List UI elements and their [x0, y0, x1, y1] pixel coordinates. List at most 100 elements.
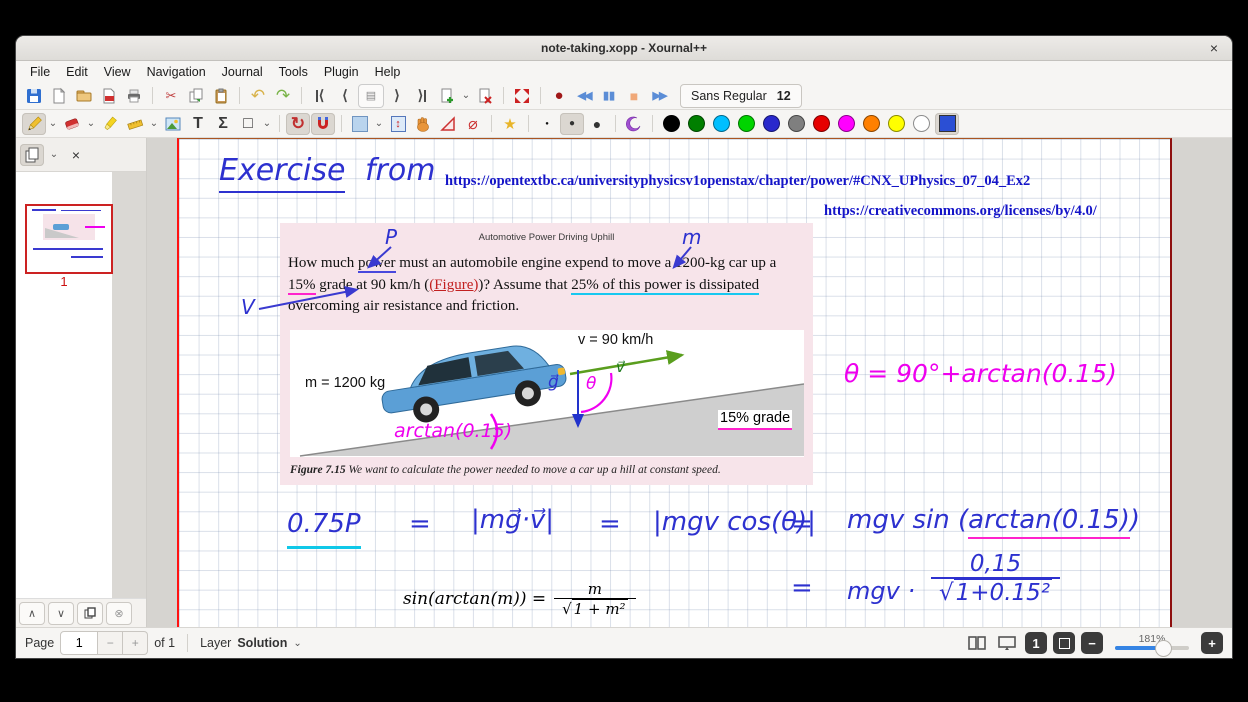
- menu-item[interactable]: View: [96, 63, 139, 81]
- new-document-icon[interactable]: [47, 85, 71, 107]
- color-swatch[interactable]: [738, 115, 755, 132]
- undo-icon[interactable]: ↶: [246, 85, 270, 107]
- color-swatch[interactable]: [863, 115, 880, 132]
- hand-tool-icon[interactable]: [411, 113, 435, 135]
- cut-icon[interactable]: ✂: [159, 85, 183, 107]
- shape-tool-icon[interactable]: □: [236, 113, 260, 135]
- eraser-tool-icon[interactable]: [60, 113, 84, 135]
- menu-item[interactable]: Tools: [271, 63, 316, 81]
- page-thumbnail[interactable]: [25, 204, 113, 274]
- fullscreen-icon[interactable]: [510, 85, 534, 107]
- first-page-icon[interactable]: ⟨: [308, 85, 332, 107]
- page-increment-button[interactable]: +: [123, 631, 148, 655]
- zoom-slider-thumb[interactable]: [1155, 640, 1172, 657]
- scroll-down-icon[interactable]: ∨: [48, 602, 74, 625]
- compass-icon[interactable]: ⌀: [461, 113, 485, 135]
- grid-snap-magnet-icon[interactable]: [311, 113, 335, 135]
- document-page[interactable]: Exercise from https://opentextbc.ca/univ…: [177, 138, 1172, 627]
- forward-icon[interactable]: ▶▶: [647, 85, 671, 107]
- export-pdf-icon[interactable]: [97, 85, 121, 107]
- print-icon[interactable]: [122, 85, 146, 107]
- link-creativecommons[interactable]: https://creativecommons.org/licenses/by/…: [824, 203, 1097, 220]
- menu-item[interactable]: Help: [367, 63, 409, 81]
- sidebar-close-icon[interactable]: ×: [64, 144, 88, 166]
- color-picker-icon[interactable]: [935, 113, 959, 135]
- color-swatch[interactable]: [688, 115, 705, 132]
- color-swatch[interactable]: [713, 115, 730, 132]
- menu-item[interactable]: Journal: [214, 63, 271, 81]
- select-rectangle-icon[interactable]: [348, 113, 372, 135]
- title-bar[interactable]: note-taking.xopp - Xournal++ ×: [16, 36, 1232, 61]
- rotation-snap-icon[interactable]: ↻: [286, 113, 310, 135]
- scroll-up-icon[interactable]: ∧: [19, 602, 45, 625]
- zoom-out-button[interactable]: −: [1081, 632, 1103, 654]
- delete-page-icon[interactable]: [473, 85, 497, 107]
- fit-page-button[interactable]: [1053, 632, 1075, 654]
- previous-page-icon[interactable]: ⟨: [333, 85, 357, 107]
- page-decrement-button[interactable]: −: [98, 631, 123, 655]
- font-button[interactable]: Sans Regular 12: [680, 84, 802, 108]
- open-folder-icon[interactable]: [72, 85, 96, 107]
- fill-tool-icon[interactable]: [622, 113, 646, 135]
- zoom-control: 181%: [1115, 633, 1189, 650]
- figure-link[interactable]: (Figure): [429, 277, 478, 293]
- link-opentextbc[interactable]: https://opentextbc.ca/universityphysicsv…: [445, 173, 1030, 190]
- save-icon[interactable]: [22, 85, 46, 107]
- redo-icon[interactable]: ↷: [271, 85, 295, 107]
- menu-item[interactable]: Plugin: [316, 63, 367, 81]
- vertical-space-icon[interactable]: ↕: [386, 113, 410, 135]
- color-swatch[interactable]: [838, 115, 855, 132]
- paste-icon[interactable]: [209, 85, 233, 107]
- eraser-options-icon[interactable]: ⌄: [85, 113, 97, 135]
- setsquare-icon[interactable]: [436, 113, 460, 135]
- highlighter-tool-icon[interactable]: [98, 113, 122, 135]
- last-page-icon[interactable]: ⟩: [410, 85, 434, 107]
- menu-item[interactable]: Navigation: [139, 63, 214, 81]
- add-page-dropdown-icon[interactable]: ⌄: [460, 85, 472, 107]
- pen-options-icon[interactable]: ⌄: [47, 113, 59, 135]
- pen-tool-icon[interactable]: [22, 113, 46, 135]
- close-icon[interactable]: ×: [1205, 39, 1223, 57]
- copy-icon[interactable]: [184, 85, 208, 107]
- duplicate-page-icon[interactable]: [77, 602, 103, 625]
- page-preview-panel-icon[interactable]: [20, 144, 44, 166]
- presentation-mode-icon[interactable]: [995, 633, 1019, 653]
- separator: [152, 87, 153, 104]
- color-swatch[interactable]: [913, 115, 930, 132]
- delete-page-sidebar-icon[interactable]: ⊗: [106, 602, 132, 625]
- layer-dropdown-icon[interactable]: ⌄: [293, 638, 305, 649]
- menu-item[interactable]: Edit: [58, 63, 96, 81]
- menu-item[interactable]: File: [22, 63, 58, 81]
- select-options-icon[interactable]: ⌄: [373, 113, 385, 135]
- thickness-medium-icon[interactable]: ●: [560, 113, 584, 135]
- layer-value[interactable]: Solution: [237, 636, 287, 650]
- zoom-in-button[interactable]: +: [1201, 632, 1223, 654]
- color-swatch[interactable]: [663, 115, 680, 132]
- tex-tool-icon[interactable]: Σ: [211, 113, 235, 135]
- text-tool-icon[interactable]: T: [186, 113, 210, 135]
- rewind-icon[interactable]: ◀◀: [572, 85, 596, 107]
- add-page-icon[interactable]: [435, 85, 459, 107]
- color-swatch[interactable]: [788, 115, 805, 132]
- color-swatch[interactable]: [888, 115, 905, 132]
- fit-width-button[interactable]: 1: [1025, 632, 1047, 654]
- shape-options-icon[interactable]: ⌄: [261, 113, 273, 135]
- page-number-input[interactable]: [60, 631, 98, 655]
- color-swatch[interactable]: [813, 115, 830, 132]
- insert-image-icon[interactable]: [161, 113, 185, 135]
- thickness-fine-icon[interactable]: ●: [535, 113, 559, 135]
- dual-page-view-icon[interactable]: [965, 633, 989, 653]
- page-spinner-icon[interactable]: ▤: [358, 84, 384, 108]
- stop-icon[interactable]: ■: [622, 85, 646, 107]
- ruler-options-icon[interactable]: ⌄: [148, 113, 160, 135]
- sidebar-dropdown-icon[interactable]: ⌄: [48, 144, 60, 166]
- thickness-thick-icon[interactable]: ●: [585, 113, 609, 135]
- record-audio-icon[interactable]: ●: [547, 85, 571, 107]
- color-swatch[interactable]: [763, 115, 780, 132]
- ruler-tool-icon[interactable]: [123, 113, 147, 135]
- zoom-slider[interactable]: [1115, 646, 1189, 650]
- canvas[interactable]: Exercise from https://opentextbc.ca/univ…: [147, 138, 1232, 627]
- next-page-icon[interactable]: ⟩: [385, 85, 409, 107]
- shape-recognizer-icon[interactable]: ★: [498, 113, 522, 135]
- pause-icon[interactable]: ▮▮: [597, 85, 621, 107]
